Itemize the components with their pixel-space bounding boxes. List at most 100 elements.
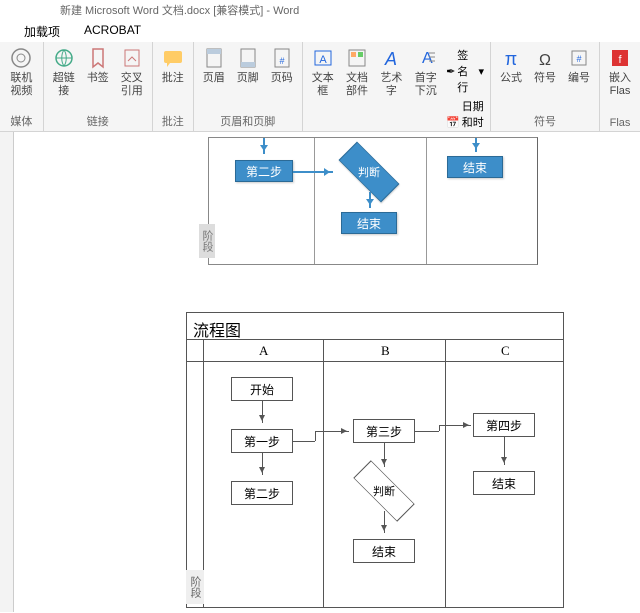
arrow: [475, 138, 477, 152]
svg-text:A: A: [319, 54, 327, 66]
flash-label: 嵌入 Flas: [609, 72, 631, 98]
group-symbols: π 公式 Ω 符号 # 编号 符号: [491, 42, 600, 131]
col-c: C: [501, 343, 510, 359]
arrow: [504, 437, 505, 465]
svg-text:A: A: [384, 49, 397, 69]
arrow: [293, 171, 333, 173]
svg-text:π: π: [505, 49, 517, 69]
signature-label: 签名行: [457, 47, 476, 95]
arrow: [439, 425, 471, 426]
textbox-icon: A: [311, 46, 335, 70]
equation-icon: π: [499, 46, 523, 70]
node-start[interactable]: 开始: [231, 377, 293, 401]
group-comments-label: 批注: [157, 111, 189, 131]
group-comments: 批注 批注: [153, 42, 194, 131]
pagenum-icon: #: [270, 46, 294, 70]
wordart-button[interactable]: A 艺术字: [375, 44, 407, 100]
tab-acrobat[interactable]: ACROBAT: [72, 20, 153, 42]
group-links: 超链接 书签 交叉引用 链接: [44, 42, 153, 131]
footer-label: 页脚: [237, 72, 259, 85]
node-step4[interactable]: 第四步: [473, 413, 535, 437]
symbol-label: 符号: [534, 72, 556, 85]
arrow: [293, 441, 315, 442]
bookmark-label: 书签: [87, 72, 109, 85]
node-step2-top[interactable]: 第二步: [235, 160, 293, 182]
flash-button[interactable]: f 嵌入 Flas: [604, 44, 636, 100]
node-step2[interactable]: 第二步: [231, 481, 293, 505]
chart-title: 流程图: [193, 317, 241, 341]
header-label: 页眉: [203, 72, 225, 85]
signature-button[interactable]: ✒签名行 ▾: [444, 46, 486, 96]
quickparts-icon: [345, 46, 369, 70]
comment-label: 批注: [162, 72, 184, 85]
dropcap-label: 首字下沉: [413, 72, 438, 98]
node-step1[interactable]: 第一步: [231, 429, 293, 453]
equation-button[interactable]: π 公式: [495, 44, 527, 87]
window-title: 新建 Microsoft Word 文档.docx [兼容模式] - Word: [0, 0, 640, 20]
header-button[interactable]: 页眉: [198, 44, 230, 87]
svg-text:#: #: [576, 54, 581, 64]
textbox-button[interactable]: A 文本框: [307, 44, 339, 100]
swimlane-axis-bottom: 阶段: [186, 570, 204, 604]
hyperlink-label: 超链接: [52, 72, 76, 98]
dropcap-button[interactable]: A 首字下沉: [409, 44, 442, 100]
crossref-label: 交叉引用: [120, 72, 144, 98]
node-end-c[interactable]: 结束: [473, 471, 535, 495]
flowchart-bottom[interactable]: 流程图 A B C 阶段 开始 第一步 第二步 第三步 判断 结束 第四步 结束: [186, 312, 564, 608]
wordart-label: 艺术字: [379, 72, 403, 98]
wordart-icon: A: [379, 46, 403, 70]
signature-icon: ✒: [446, 65, 455, 78]
document-area[interactable]: 阶段 第二步 判断 结束 结束 流程图 A B C 阶段 开始 第一步 第二步: [0, 132, 640, 612]
comment-icon: [161, 46, 185, 70]
group-headerfooter: 页眉 页脚 # 页码 页眉和页脚: [194, 42, 303, 131]
tab-addins[interactable]: 加载项: [12, 20, 72, 42]
comment-button[interactable]: 批注: [157, 44, 189, 87]
group-flash: f 嵌入 Flas Flas: [600, 42, 640, 131]
group-media-label: 媒体: [4, 111, 39, 131]
group-symbols-label: 符号: [495, 111, 595, 131]
online-video-button[interactable]: 联机视频: [4, 44, 39, 100]
arrow: [415, 431, 439, 432]
number-icon: #: [567, 46, 591, 70]
svg-text:Ω: Ω: [539, 52, 551, 69]
hyperlink-button[interactable]: 超链接: [48, 44, 80, 100]
flowchart-top[interactable]: 阶段 第二步 判断 结束 结束: [208, 137, 538, 265]
group-links-label: 链接: [48, 111, 148, 131]
hyperlink-icon: [52, 46, 76, 70]
svg-text:#: #: [279, 56, 284, 66]
ribbon: 联机视频 媒体 超链接 书签 交叉引用 链接 批注: [0, 42, 640, 132]
header-icon: [202, 46, 226, 70]
textbox-label: 文本框: [311, 72, 335, 98]
group-headerfooter-label: 页眉和页脚: [198, 111, 298, 131]
number-button[interactable]: # 编号: [563, 44, 595, 87]
group-text: A 文本框 文档部件 A 艺术字 A 首字下沉 ✒签名行 ▾ 📅日期和时间 ▢对…: [303, 42, 491, 131]
group-flash-label: Flas: [604, 115, 636, 131]
node-judge-top[interactable]: 判断: [339, 152, 399, 192]
arrow: [262, 453, 263, 475]
node-judge[interactable]: 判断: [353, 471, 415, 511]
quickparts-button[interactable]: 文档部件: [341, 44, 374, 100]
node-step3[interactable]: 第三步: [353, 419, 415, 443]
number-label: 编号: [568, 72, 590, 85]
arrow: [384, 443, 385, 467]
judge-label-top: 判断: [339, 152, 399, 192]
bookmark-button[interactable]: 书签: [82, 44, 114, 87]
vertical-ruler: [0, 132, 14, 612]
equation-label: 公式: [500, 72, 522, 85]
col-b: B: [381, 343, 390, 359]
arrow: [384, 511, 385, 533]
arrow: [369, 192, 371, 208]
footer-button[interactable]: 页脚: [232, 44, 264, 87]
node-end2-top[interactable]: 结束: [341, 212, 397, 234]
crossref-icon: [120, 46, 144, 70]
node-end-b[interactable]: 结束: [353, 539, 415, 563]
symbol-button[interactable]: Ω 符号: [529, 44, 561, 87]
flash-icon: f: [608, 46, 632, 70]
pagenum-button[interactable]: # 页码: [266, 44, 298, 87]
arrow: [263, 138, 265, 154]
symbol-icon: Ω: [533, 46, 557, 70]
quickparts-label: 文档部件: [345, 72, 370, 98]
crossref-button[interactable]: 交叉引用: [116, 44, 148, 100]
pagenum-label: 页码: [271, 72, 293, 85]
node-end1-top[interactable]: 结束: [447, 156, 503, 178]
